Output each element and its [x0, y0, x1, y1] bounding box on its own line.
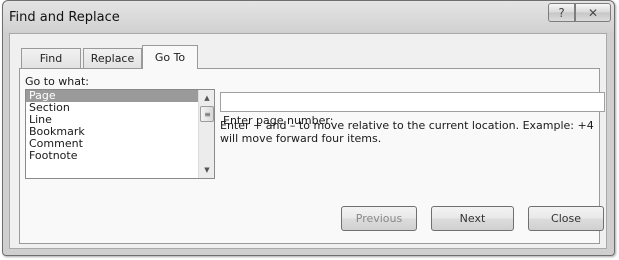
tab-go-to[interactable]: Go To — [142, 45, 198, 69]
next-button-label: Next — [459, 212, 486, 225]
window-close-button[interactable]: ✕ — [575, 3, 611, 22]
window-title: Find and Replace — [9, 10, 120, 25]
scroll-thumb[interactable]: ≡ — [200, 106, 214, 122]
close-icon: ✕ — [587, 5, 599, 20]
tab-find[interactable]: Find — [21, 48, 81, 68]
tab-replace-label: Replace — [90, 52, 135, 65]
help-button[interactable]: ? — [548, 3, 575, 22]
tab-find-label: Find — [39, 52, 63, 65]
listbox-scrollbar[interactable]: ▲ ≡ ▼ — [198, 90, 214, 178]
help-icon: ? — [558, 5, 565, 20]
scroll-up-icon[interactable]: ▲ — [200, 91, 214, 105]
title-bar: Find and Replace ? ✕ — [3, 1, 614, 35]
go-to-what-label: Go to what: — [25, 75, 90, 88]
list-item[interactable]: Section — [26, 102, 214, 114]
close-button[interactable]: Close — [528, 206, 604, 231]
next-button[interactable]: Next — [431, 206, 514, 231]
tab-replace[interactable]: Replace — [83, 48, 142, 68]
page-number-input[interactable] — [220, 92, 605, 112]
previous-button-label: Previous — [355, 212, 403, 225]
tab-go-to-label: Go To — [154, 51, 186, 64]
previous-button[interactable]: Previous — [341, 206, 417, 231]
close-button-label: Close — [551, 212, 581, 225]
go-to-hint-text: Enter + and – to move relative to the cu… — [220, 119, 594, 145]
list-item[interactable]: Footnote — [26, 150, 214, 162]
go-to-what-listbox[interactable]: Page Section Line Bookmark Comment Footn… — [25, 89, 215, 179]
scroll-down-icon[interactable]: ▼ — [200, 163, 214, 177]
